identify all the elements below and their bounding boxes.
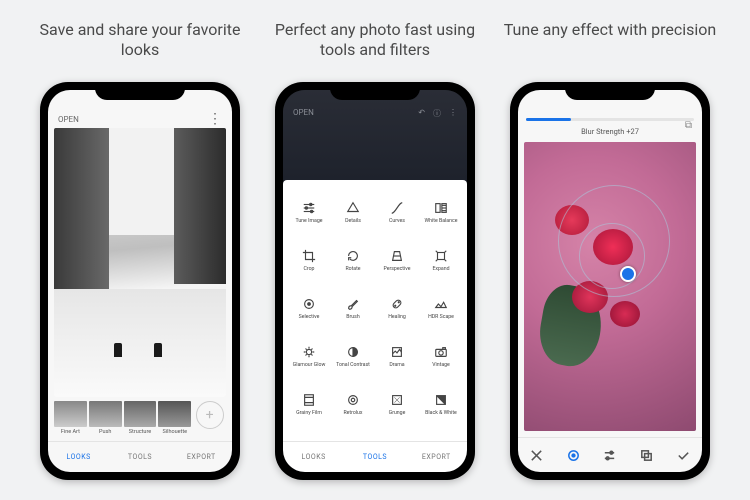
undo-icon: ↶ [418, 108, 425, 119]
tool-details[interactable]: Details [331, 188, 375, 236]
tool-drama[interactable]: Drama [375, 332, 419, 380]
tool-vintage[interactable]: Vintage [419, 332, 463, 380]
open-button[interactable]: OPEN [58, 115, 79, 124]
looks-strip: Fine Art Push Structure Silhouette + [48, 397, 232, 437]
phone-frame-2: OPEN ↶ ⓘ ⋮ Tune Image Details Curves Whi… [275, 82, 475, 480]
open-button-dimmed: OPEN [293, 108, 314, 119]
tab-export[interactable]: EXPORT [171, 453, 232, 461]
caption-1: Save and share your favorite looks [30, 20, 250, 64]
tool-grunge[interactable]: Grunge [375, 380, 419, 428]
tab-looks[interactable]: LOOKS [48, 453, 109, 461]
effect-slider-fill [526, 118, 571, 121]
tool-crop[interactable]: Crop [287, 236, 331, 284]
more-icon: ⋮ [449, 108, 457, 119]
tool-selective[interactable]: Selective [287, 284, 331, 332]
tools-sheet: Tune Image Details Curves White Balance … [283, 180, 467, 472]
tool-perspective[interactable]: Perspective [375, 236, 419, 284]
phone-notch [565, 82, 655, 100]
tab-export[interactable]: EXPORT [406, 453, 467, 461]
cancel-button[interactable] [529, 448, 544, 463]
screen-3: Blur Strength +27 ⧉ [518, 90, 702, 472]
panel-precision: Tune any effect with precision Blur Stre… [500, 20, 720, 480]
tool-hdr-scape[interactable]: HDR Scape [419, 284, 463, 332]
apply-button[interactable] [676, 448, 691, 463]
tab-tools[interactable]: TOOLS [344, 453, 405, 461]
info-icon: ⓘ [433, 108, 441, 119]
tool-expand[interactable]: Expand [419, 236, 463, 284]
look-thumb[interactable]: Push [89, 401, 122, 437]
look-thumb[interactable]: Structure [124, 401, 157, 437]
tab-looks[interactable]: LOOKS [283, 453, 344, 461]
tool-black-white[interactable]: Black & White [419, 380, 463, 428]
effect-photo[interactable] [524, 142, 696, 431]
caption-2: Perfect any photo fast using tools and f… [265, 20, 485, 64]
look-thumb[interactable]: Fine Art [54, 401, 87, 437]
phone-frame-3: Blur Strength +27 ⧉ [510, 82, 710, 480]
tool-brush[interactable]: Brush [331, 284, 375, 332]
tool-curves[interactable]: Curves [375, 188, 419, 236]
effect-bottom-bar [518, 437, 702, 472]
tool-healing[interactable]: Healing [375, 284, 419, 332]
caption-3: Tune any effect with precision [504, 20, 717, 64]
focus-mode-button[interactable] [566, 448, 581, 463]
panel-tools: Perfect any photo fast using tools and f… [265, 20, 485, 480]
tool-retrolux[interactable]: Retrolux [331, 380, 375, 428]
add-look-button[interactable]: + [193, 401, 226, 437]
tab-tools[interactable]: TOOLS [109, 453, 170, 461]
tool-grainy-film[interactable]: Grainy Film [287, 380, 331, 428]
tool-tonal-contrast[interactable]: Tonal Contrast [331, 332, 375, 380]
dimmed-background: OPEN ↶ ⓘ ⋮ [283, 90, 467, 180]
bottom-tabs: LOOKS TOOLS EXPORT [48, 441, 232, 472]
tool-tune-image[interactable]: Tune Image [287, 188, 331, 236]
adjust-button[interactable] [602, 448, 617, 463]
panel-looks: Save and share your favorite looks OPEN … [30, 20, 250, 480]
main-photo[interactable] [54, 128, 226, 397]
tool-rotate[interactable]: Rotate [331, 236, 375, 284]
compare-icon[interactable]: ⧉ [685, 120, 692, 131]
tool-glamour-glow[interactable]: Glamour Glow [287, 332, 331, 380]
effect-slider[interactable] [526, 118, 694, 121]
phone-notch [330, 82, 420, 100]
look-thumb[interactable]: Silhouette [158, 401, 191, 437]
screen-2: OPEN ↶ ⓘ ⋮ Tune Image Details Curves Whi… [283, 90, 467, 472]
bottom-tabs: LOOKS TOOLS EXPORT [283, 441, 467, 472]
effect-value-label: Blur Strength +27 [518, 127, 702, 136]
tool-white-balance[interactable]: White Balance [419, 188, 463, 236]
styles-button[interactable] [639, 448, 654, 463]
phone-notch [95, 82, 185, 100]
more-icon[interactable]: ⋮ [208, 114, 222, 124]
tools-grid: Tune Image Details Curves White Balance … [283, 180, 467, 437]
screen-1: OPEN ⋮ Fine Art Push Structure Silho [48, 90, 232, 472]
phone-frame-1: OPEN ⋮ Fine Art Push Structure Silho [40, 82, 240, 480]
